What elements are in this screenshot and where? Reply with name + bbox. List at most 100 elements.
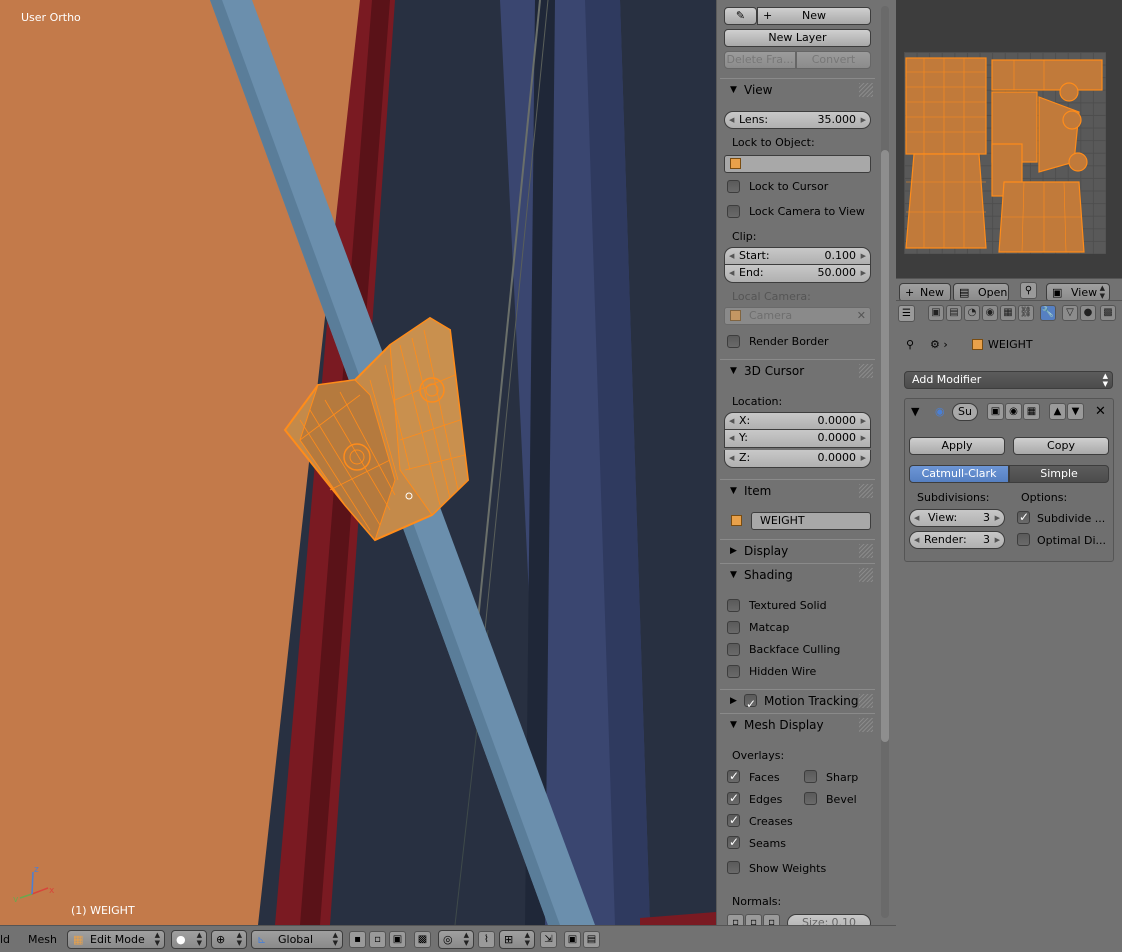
mesh-display-panel-header[interactable]: ▼ Mesh Display (720, 713, 875, 735)
orientation-dropdown[interactable]: ⊾ Global ▲ ▼ (251, 930, 343, 949)
constraints-tab-icon[interactable]: ⛓ (1018, 305, 1034, 321)
render-toggle-icon[interactable]: ▣ (987, 403, 1004, 420)
editor-type-icon[interactable]: ☰ (898, 305, 915, 322)
lock-to-cursor-checkbox[interactable] (727, 180, 740, 193)
face-normals-icon[interactable]: ▫ (763, 914, 780, 925)
render-layers-tab-icon[interactable]: ▤ (946, 305, 962, 321)
bevel-checkbox[interactable] (804, 792, 817, 805)
show-weights-checkbox[interactable] (727, 861, 740, 874)
lock-object-field[interactable] (724, 155, 871, 173)
face-select-icon[interactable]: ▣ (389, 931, 406, 948)
3d-viewport[interactable]: User Ortho (1) WEIGHT x y z (0, 0, 716, 925)
snap-toggle-icon[interactable]: ⌇ (478, 931, 495, 948)
render-levels-field[interactable]: ◀ Render: 3 ▶ (909, 531, 1005, 549)
seams-checkbox[interactable] (727, 835, 740, 849)
pivot-icon: ⊕ (216, 933, 226, 946)
lens-field[interactable]: ◀ Lens: 35.000 ▶ (724, 111, 871, 129)
occlude-geometry-icon[interactable]: ▩ (414, 931, 431, 948)
material-tab-icon[interactable]: ● (1080, 305, 1096, 321)
cursor-y-field[interactable]: ◀ Y: 0.0000 ▶ (724, 430, 871, 448)
seams-label: Seams (749, 837, 786, 850)
shading-panel-header[interactable]: ▼ Shading (720, 563, 875, 585)
normals-size-field[interactable]: Size: 0.10 (787, 914, 871, 925)
pin-icon[interactable]: ⚲ (1020, 282, 1037, 299)
opengl-animation-icon[interactable]: ▤ (583, 931, 600, 948)
view-panel-header[interactable]: ▼ View (720, 78, 875, 100)
loop-normals-icon[interactable]: ▫ (745, 914, 762, 925)
cursor-x-field[interactable]: ◀ X: 0.0000 ▶ (724, 412, 871, 430)
edges-checkbox[interactable] (727, 791, 740, 805)
sharp-checkbox[interactable] (804, 770, 817, 783)
lock-camera-checkbox[interactable] (727, 205, 740, 218)
motion-tracking-panel-header[interactable]: ▶ Motion Tracking (720, 689, 875, 715)
data-tab-icon[interactable]: ▽ (1062, 305, 1078, 321)
pencil-icon[interactable]: ✎ (724, 7, 757, 25)
new-layer-button[interactable]: New Layer (724, 29, 871, 47)
remove-modifier-icon[interactable]: ✕ (1095, 404, 1106, 419)
opengl-render-icon[interactable]: ▣ (564, 931, 581, 948)
view-levels-field[interactable]: ◀ View: 3 ▶ (909, 509, 1005, 527)
texture-tab-icon[interactable]: ▩ (1100, 305, 1116, 321)
panel-scrollbar-thumb[interactable] (881, 150, 889, 742)
clip-end-field[interactable]: ◀ End: 50.000 ▶ (724, 265, 871, 283)
mode-dropdown[interactable]: ▦ Edit Mode ▲ ▼ (67, 930, 165, 949)
faces-label: Faces (749, 771, 780, 784)
item-panel-header[interactable]: ▼ Item (720, 479, 875, 501)
clear-icon[interactable]: ✕ (857, 308, 866, 324)
show-weights-label: Show Weights (749, 862, 827, 875)
move-down-icon[interactable]: ▼ (1067, 403, 1084, 420)
sharp-label: Sharp (826, 771, 859, 784)
item-name-field[interactable]: WEIGHT (751, 512, 871, 530)
properties-region: ✎ + New New Layer Delete Fra... Convert … (716, 0, 896, 925)
local-camera-field[interactable]: Camera ✕ (724, 307, 871, 325)
view-menu[interactable]: ld (0, 933, 10, 946)
world-tab-icon[interactable]: ◉ (982, 305, 998, 321)
creases-checkbox[interactable] (727, 813, 740, 827)
pin-icon[interactable]: ⚲ (906, 338, 914, 351)
modifier-name-field[interactable]: Su (952, 403, 978, 421)
editmode-toggle-icon[interactable]: ▦ (1023, 403, 1040, 420)
faces-checkbox[interactable] (727, 769, 740, 783)
render-tab-icon[interactable]: ▣ (928, 305, 944, 321)
viewport-toggle-icon[interactable]: ◉ (1005, 403, 1022, 420)
optimal-display-checkbox[interactable] (1017, 533, 1030, 546)
move-up-icon[interactable]: ▲ (1049, 403, 1066, 420)
cursor-z-field[interactable]: ◀ Z: 0.0000 ▶ (724, 450, 871, 468)
viewport-header: ld Mesh ▦ Edit Mode ▲ ▼ ● ▲ ▼ ⊕ ▲ ▼ ⊾ Globa… (0, 925, 896, 952)
panel-grip-icon[interactable] (859, 83, 873, 97)
motion-tracking-checkbox[interactable] (744, 693, 757, 715)
display-panel-header[interactable]: ▶ Display (720, 539, 875, 561)
pivot-dropdown[interactable]: ⊕ ▲ ▼ (211, 930, 247, 949)
creases-label: Creases (749, 815, 793, 828)
edge-select-icon[interactable]: ▫ (369, 931, 386, 948)
vertex-select-icon[interactable]: ▪ (349, 931, 366, 948)
collapse-triangle-icon[interactable]: ▼ (911, 405, 919, 418)
apply-button[interactable]: Apply (909, 437, 1005, 455)
snap-target-icon[interactable]: ⇲ (540, 931, 557, 948)
subdivide-uvs-checkbox[interactable] (1017, 510, 1030, 524)
edges-label: Edges (749, 793, 783, 806)
shading-dropdown[interactable]: ● ▲ ▼ (171, 930, 207, 949)
cursor-panel-header[interactable]: ▼ 3D Cursor (720, 359, 875, 381)
optimal-display-label: Optimal Di... (1037, 534, 1107, 547)
object-tab-icon[interactable]: ▦ (1000, 305, 1016, 321)
scene-tab-icon[interactable]: ◔ (964, 305, 980, 321)
backface-culling-checkbox[interactable] (727, 643, 740, 656)
snap-element-dropdown[interactable]: ⊞ ▲ ▼ (499, 930, 535, 949)
convert-button[interactable]: Convert (796, 51, 871, 69)
textured-solid-checkbox[interactable] (727, 599, 740, 612)
vertex-normals-icon[interactable]: ▫ (727, 914, 744, 925)
delete-frame-button[interactable]: Delete Fra... (724, 51, 796, 69)
proportional-edit-dropdown[interactable]: ◎ ▲ ▼ (438, 930, 474, 949)
add-modifier-dropdown[interactable]: Add Modifier ▲ ▼ (904, 371, 1113, 389)
copy-button[interactable]: Copy (1013, 437, 1109, 455)
catmull-clark-option[interactable]: Catmull-Clark (909, 465, 1009, 483)
simple-option[interactable]: Simple (1009, 465, 1109, 483)
grease-pencil-new-button[interactable]: + New (757, 7, 871, 25)
matcap-checkbox[interactable] (727, 621, 740, 634)
modifiers-tab-icon[interactable]: 🔧 (1040, 305, 1056, 321)
render-border-checkbox[interactable] (727, 335, 740, 348)
hidden-wire-checkbox[interactable] (727, 665, 740, 678)
clip-start-field[interactable]: ◀ Start: 0.100 ▶ (724, 247, 871, 265)
mesh-menu[interactable]: Mesh (28, 933, 57, 946)
